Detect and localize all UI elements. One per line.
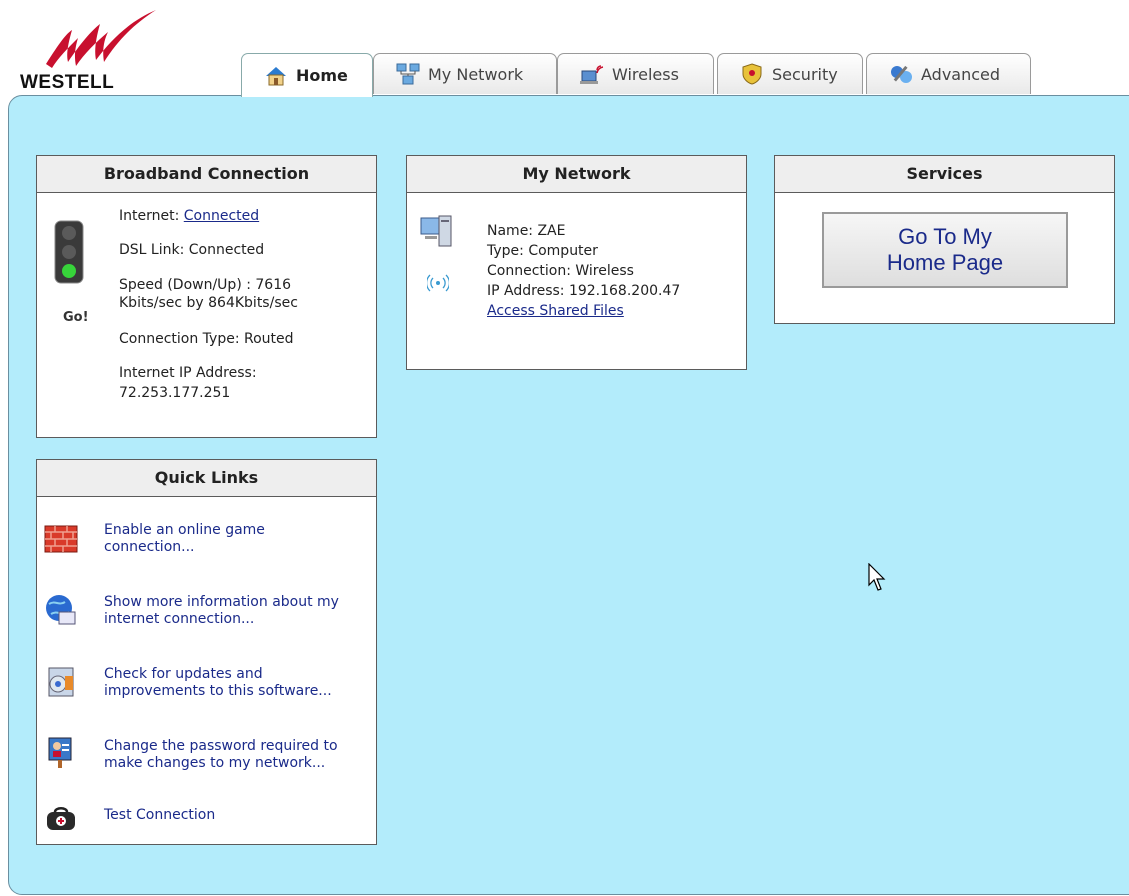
- device-connection: Connection: Wireless: [487, 263, 634, 279]
- go-to-home-page-line-1: Go To My: [898, 224, 992, 249]
- internet-status: Internet: Connected: [119, 207, 259, 225]
- device-ip: IP Address: 192.168.200.47: [487, 283, 681, 299]
- services-title: Services: [775, 156, 1114, 193]
- quick-link-connection-info[interactable]: Show more information about my internet …: [37, 592, 373, 636]
- quick-link-updates-text: Check for updates and improvements to th…: [104, 666, 370, 700]
- my-network-box: My Network Name: ZAE Type: Computer Conn…: [406, 155, 747, 370]
- westell-swoosh-icon: [46, 10, 156, 68]
- go-to-home-page-button[interactable]: Go To My Home Page: [822, 212, 1068, 288]
- mouse-pointer-icon: [868, 562, 888, 597]
- quick-link-online-game-text: Enable an online game connection...: [104, 522, 370, 556]
- go-to-home-page-line-2: Home Page: [886, 250, 1004, 275]
- tab-wireless[interactable]: Wireless: [557, 53, 714, 94]
- dsl-link-status: DSL Link: Connected: [119, 242, 265, 258]
- westell-logo: WESTELL: [20, 4, 160, 94]
- speed-line-1: Speed (Down/Up) : 7616: [119, 277, 292, 293]
- computer-icon[interactable]: [419, 214, 455, 258]
- quick-link-line: make changes to my network...: [104, 755, 326, 771]
- tab-my-network[interactable]: My Network: [373, 53, 557, 94]
- quick-link-line: connection...: [104, 539, 195, 555]
- quick-link-line: Change the password required to: [104, 738, 338, 754]
- tab-security[interactable]: Security: [717, 53, 863, 94]
- quick-link-connection-info-text: Show more information about my internet …: [104, 594, 370, 628]
- internet-ip-label: Internet IP Address:: [119, 365, 257, 381]
- tab-home[interactable]: Home: [241, 53, 373, 97]
- wireless-icon: [580, 62, 604, 86]
- quick-link-online-game[interactable]: Enable an online game connection...: [37, 520, 373, 564]
- quick-link-updates[interactable]: Check for updates and improvements to th…: [37, 664, 373, 708]
- device-type: Type: Computer: [487, 243, 598, 259]
- quick-link-change-password-text: Change the password required to make cha…: [104, 738, 370, 772]
- quick-link-line: Show more information about my: [104, 594, 339, 610]
- firewall-icon: [43, 520, 79, 556]
- go-label: Go!: [63, 310, 89, 325]
- quick-link-test-connection[interactable]: Test Connection: [37, 802, 373, 846]
- broadband-title: Broadband Connection: [37, 156, 376, 193]
- tools-icon: [889, 62, 913, 86]
- tab-my-network-label: My Network: [428, 64, 524, 84]
- traffic-light-icon[interactable]: [54, 220, 84, 288]
- internet-connected-link[interactable]: Connected: [184, 208, 259, 224]
- tab-security-label: Security: [772, 64, 838, 84]
- services-box: Services Go To My Home Page: [774, 155, 1115, 324]
- internet-status-label: Internet:: [119, 208, 180, 224]
- password-icon: [43, 736, 79, 772]
- wireless-signal-icon: [425, 274, 451, 296]
- tab-advanced-label: Advanced: [921, 64, 1001, 84]
- connection-type: Connection Type: Routed: [119, 331, 294, 347]
- brand-name: WESTELL: [20, 72, 115, 93]
- access-shared-files-row: Access Shared Files: [487, 301, 624, 321]
- tab-advanced[interactable]: Advanced: [866, 53, 1031, 94]
- globe-info-icon: [43, 592, 79, 628]
- update-disk-icon: [43, 664, 79, 700]
- quick-link-line: internet connection...: [104, 611, 255, 627]
- quick-link-test-connection-text: Test Connection: [104, 807, 370, 824]
- network-icon: [396, 62, 420, 86]
- broadband-connection-box: Broadband Connection Go! Internet: Conne…: [36, 155, 377, 438]
- quick-link-line: Enable an online game: [104, 522, 265, 538]
- doctor-bag-icon: [43, 802, 79, 838]
- shield-icon: [740, 62, 764, 86]
- quick-link-line: Test Connection: [104, 807, 216, 823]
- quick-links-box: Quick Links Enable an online game connec…: [36, 459, 377, 845]
- tab-wireless-label: Wireless: [612, 64, 679, 84]
- device-name: Name: ZAE: [487, 223, 566, 239]
- quick-link-line: improvements to this software...: [104, 683, 332, 699]
- home-icon: [264, 64, 288, 88]
- quick-link-change-password[interactable]: Change the password required to make cha…: [37, 736, 373, 780]
- my-network-title: My Network: [407, 156, 746, 193]
- speed-line-2: Kbits/sec by 864Kbits/sec: [119, 295, 298, 311]
- tab-home-label: Home: [296, 66, 348, 85]
- quick-links-title: Quick Links: [37, 460, 376, 497]
- internet-ip-value: 72.253.177.251: [119, 385, 231, 401]
- access-shared-files-link[interactable]: Access Shared Files: [487, 303, 624, 319]
- quick-link-line: Check for updates and: [104, 666, 263, 682]
